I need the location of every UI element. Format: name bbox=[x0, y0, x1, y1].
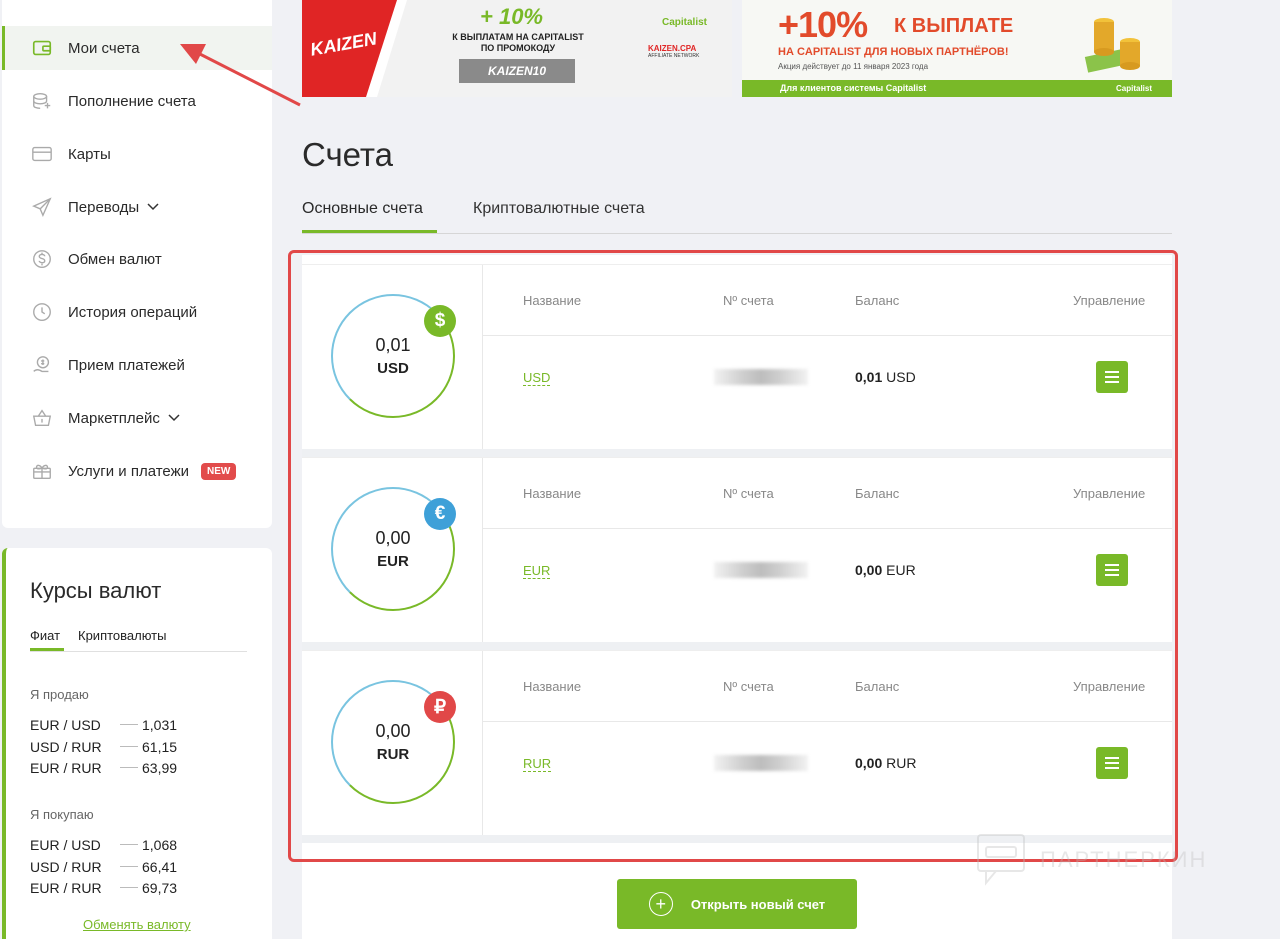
banner2-footer: Для клиентов системы Capitalist bbox=[780, 83, 927, 93]
open-new-account-label: Открыть новый счет bbox=[690, 896, 826, 912]
coins-icon bbox=[30, 89, 54, 113]
banner1-promo-code: KAIZEN10 bbox=[487, 64, 546, 78]
open-new-account-button[interactable]: + Открыть новый счет bbox=[617, 879, 857, 929]
rate-row: USD / RUR 66,41 bbox=[30, 858, 178, 875]
banner1-headline: + 10% bbox=[480, 4, 543, 29]
gift-icon bbox=[30, 459, 54, 483]
affiliate-network-label: AFFILIATE NETWORK bbox=[648, 53, 700, 59]
sidebar-item-label: Переводы bbox=[68, 198, 140, 216]
sidebar-item-cards[interactable]: Карты bbox=[2, 132, 272, 176]
tab-crypto[interactable]: Криптовалюты bbox=[78, 628, 166, 643]
sidebar-item-label: История операций bbox=[68, 303, 198, 321]
hand-coin-icon bbox=[30, 353, 54, 377]
sidebar-item-marketplace[interactable]: Маркетплейс bbox=[2, 396, 272, 440]
dollar-circle-icon bbox=[30, 247, 54, 271]
rates-tabs: Фиат Криптовалюты bbox=[30, 628, 247, 652]
sidebar-item-my-accounts[interactable]: Мои счета bbox=[2, 26, 272, 70]
page-title: Счета bbox=[302, 136, 394, 173]
promo-banner-capitalist[interactable]: +10% К ВЫПЛАТЕ НА CAPITALIST ДЛЯ НОВЫХ П… bbox=[742, 0, 1172, 97]
rate-row: EUR / USD 1,068 bbox=[30, 836, 178, 853]
rate-row: USD / RUR 61,15 bbox=[30, 738, 178, 755]
exchange-rates-panel: Курсы валют Фиат Криптовалюты Я продаю E… bbox=[2, 548, 272, 939]
sidebar-item-label: Обмен валют bbox=[68, 250, 162, 268]
watermark: ПАРТНЕРКИН bbox=[976, 832, 1236, 888]
sidebar-item-label: Услуги и платежи bbox=[68, 462, 190, 480]
new-badge: NEW bbox=[201, 462, 237, 480]
banner2-headline-big: +10% bbox=[778, 4, 868, 45]
rate-row: EUR / RUR 63,99 bbox=[30, 759, 178, 776]
tab-fiat[interactable]: Фиат bbox=[30, 628, 64, 651]
rates-title: Курсы валют bbox=[30, 578, 162, 603]
promo-banner-kaizen[interactable]: KAIZEN + 10% К ВЫПЛАТАМ НА CAPITALIST ПО… bbox=[302, 0, 732, 97]
card-icon bbox=[30, 142, 54, 166]
chevron-down-icon[interactable] bbox=[168, 414, 180, 422]
sidebar-item-history[interactable]: История операций bbox=[2, 290, 272, 334]
banner1-line2: ПО ПРОМОКОДУ bbox=[480, 43, 556, 53]
banner1-line1: К ВЫПЛАТАМ НА CAPITALIST bbox=[452, 32, 584, 42]
exchange-currency-link[interactable]: Обменять валюту bbox=[83, 917, 191, 932]
sidebar-item-label: Маркетплейс bbox=[68, 409, 160, 427]
account-tabs: Основные счета Криптовалютные счета bbox=[302, 192, 1172, 234]
watermark-logo-icon bbox=[977, 834, 1025, 886]
buy-label: Я покупаю bbox=[30, 807, 94, 822]
coins-stack-icon bbox=[1084, 18, 1140, 73]
tab-main-accounts[interactable]: Основные счета bbox=[302, 200, 437, 233]
sidebar-item-transfers[interactable]: Переводы bbox=[2, 185, 272, 229]
banner2-footer-brand: Capitalist bbox=[1116, 84, 1153, 93]
sidebar-item-exchange[interactable]: Обмен валют bbox=[2, 237, 272, 281]
wallet-icon bbox=[30, 36, 54, 60]
sidebar-item-services[interactable]: Услуги и платежи NEW bbox=[2, 449, 272, 493]
clock-icon bbox=[30, 300, 54, 324]
sidebar-item-topup[interactable]: Пополнение счета bbox=[2, 79, 272, 123]
sidebar-item-label: Прием платежей bbox=[68, 356, 185, 374]
sidebar-nav: Мои счета Пополнение счета Карты Перевод… bbox=[2, 0, 272, 528]
capitalist-logo: Capitalist bbox=[662, 17, 708, 28]
rate-row: EUR / USD 1,031 bbox=[30, 716, 178, 733]
plus-icon: + bbox=[648, 892, 673, 916]
sidebar-item-label: Мои счета bbox=[68, 39, 140, 57]
banner2-sub: НА CAPITALIST ДЛЯ НОВЫХ ПАРТНЁРОВ! bbox=[778, 46, 1009, 58]
kaizen-cpa-label: KAIZEN.CPA bbox=[648, 44, 697, 53]
sell-label: Я продаю bbox=[30, 687, 89, 702]
tab-crypto-accounts[interactable]: Криптовалютные счета bbox=[473, 200, 645, 233]
chevron-down-icon[interactable] bbox=[147, 203, 159, 211]
rate-row: EUR / RUR 69,73 bbox=[30, 879, 178, 896]
sidebar-item-label: Карты bbox=[68, 145, 111, 163]
sidebar-item-label: Пополнение счета bbox=[68, 92, 196, 110]
banner2-note: Акция действует до 11 января 2023 года bbox=[778, 62, 929, 71]
banner2-headline-rest: К ВЫПЛАТЕ bbox=[894, 15, 1014, 37]
basket-icon bbox=[30, 406, 54, 430]
watermark-text: ПАРТНЕРКИН bbox=[1040, 847, 1208, 872]
highlight-frame bbox=[288, 250, 1178, 862]
paper-plane-icon bbox=[30, 195, 54, 219]
sidebar-item-receive-payments[interactable]: Прием платежей bbox=[2, 343, 272, 387]
